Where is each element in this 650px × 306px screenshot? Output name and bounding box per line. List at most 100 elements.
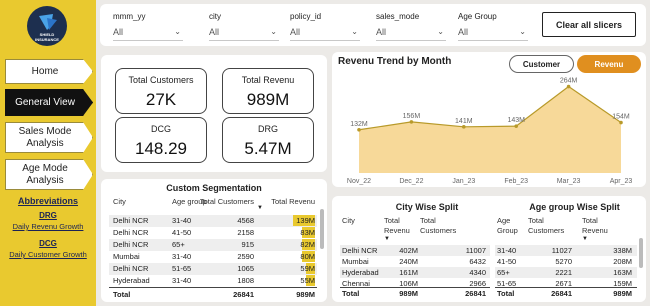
data-point[interactable]: [357, 127, 361, 132]
abbr-dcg-key: DCG: [39, 239, 57, 248]
nav-sales-mode-button[interactable]: Sales Mode Analysis: [5, 122, 93, 153]
col-header-total-revenu[interactable]: Total Revenu: [582, 216, 614, 236]
kpi-total-customers: Total Customers 27K: [115, 68, 207, 114]
data-point[interactable]: [462, 125, 466, 129]
nav-home-label: Home: [31, 65, 59, 77]
x-tick-label: Jan_23: [452, 178, 475, 185]
total-customers: 26841: [233, 290, 254, 299]
cell-total-customers: 11027: [551, 246, 572, 255]
slicer-value: All: [458, 27, 469, 37]
scrollbar[interactable]: [639, 238, 643, 268]
cell-city: Delhi NCR: [342, 246, 378, 255]
slicer-value: All: [113, 27, 124, 37]
cell-total-revenue: 240M: [399, 257, 418, 266]
data-label: 141M: [455, 118, 473, 125]
data-label: 156M: [403, 113, 421, 120]
kpi-value: 5.47M: [244, 139, 292, 158]
slicer-sales-mode[interactable]: sales_mode All ⌄: [376, 10, 446, 42]
x-tick-label: Apr_23: [610, 178, 633, 185]
revenue-area: [359, 86, 621, 173]
nav-age-mode-label-line1: Age Mode: [22, 162, 68, 174]
slicer-underline: [113, 40, 183, 41]
cell-total-customers: 1065: [237, 264, 254, 273]
cell-age-group: 65+: [497, 268, 510, 277]
cell-city: Delhi NCR: [113, 228, 149, 237]
slicer-age-group[interactable]: Age Group All ⌄: [458, 10, 528, 42]
cell-total-revenue: 83M: [300, 228, 315, 237]
nav-sales-mode-label-line2: Analysis: [26, 137, 64, 149]
sort-desc-icon[interactable]: ▼: [582, 236, 588, 242]
nav-sales-mode-label-line1: Sales Mode: [18, 125, 72, 137]
col-header-total-customers[interactable]: Total Customers: [420, 216, 470, 236]
cell-total-revenue: 163M: [613, 268, 632, 277]
slicer-underline: [458, 40, 528, 41]
cell-age-group: 65+: [172, 240, 185, 249]
cell-age-group: 31-40: [172, 252, 192, 261]
data-point[interactable]: [619, 120, 623, 125]
kpi-drg: DRG 5.47M: [222, 117, 314, 163]
cell-total-customers: 1808: [237, 276, 254, 285]
sort-desc-icon[interactable]: ▼: [257, 205, 263, 211]
kpi-total-revenu: Total Revenu 989M: [222, 68, 314, 114]
cell-age-group: 31-40: [172, 276, 192, 285]
cell-total-customers: 11007: [465, 246, 486, 255]
sort-desc-icon[interactable]: ▼: [384, 236, 390, 242]
col-header-city[interactable]: City: [113, 197, 126, 207]
data-point[interactable]: [566, 84, 571, 89]
nav-general-view-button[interactable]: General View: [5, 89, 93, 116]
chevron-down-icon: ⌄: [437, 27, 444, 36]
clear-all-slicers-button[interactable]: Clear all slicers: [542, 12, 636, 37]
chevron-down-icon: ⌄: [174, 27, 181, 36]
chevron-down-icon: ⌄: [351, 27, 358, 36]
nav-general-view-label: General View: [15, 96, 75, 108]
cell-total-customers: 2590: [237, 252, 254, 261]
total-label: Total: [113, 290, 131, 299]
cell-city: Delhi NCR: [113, 264, 149, 273]
cell-city: Delhi NCR: [113, 240, 149, 249]
slicer-city[interactable]: city All ⌄: [209, 10, 279, 42]
total-customers: 26841: [551, 289, 572, 298]
data-point[interactable]: [409, 120, 414, 124]
kpi-label: DCG: [151, 124, 171, 134]
total-customers: 26841: [465, 289, 486, 298]
col-header-age-group[interactable]: Age Group: [497, 216, 525, 236]
slicer-value: All: [290, 27, 301, 37]
total-divider: [109, 287, 317, 288]
data-point[interactable]: [514, 124, 518, 128]
slicer-mmm-yy[interactable]: mmm_yy All ⌄: [113, 10, 183, 42]
col-header-city[interactable]: City: [342, 216, 355, 226]
col-header-total-revenu[interactable]: Total Revenu: [257, 197, 315, 207]
scrollbar[interactable]: [320, 209, 324, 249]
total-divider: [495, 287, 637, 288]
cell-total-revenue: 161M: [399, 268, 418, 277]
kpi-label: DRG: [258, 124, 278, 134]
col-header-total-customers[interactable]: Total Customers: [528, 216, 572, 236]
cell-total-revenue: 139M: [296, 216, 315, 225]
cell-age-group: 31-40: [172, 216, 192, 225]
abbr-drg-key: DRG: [39, 211, 57, 220]
revenue-trend-panel: Revenu Trend by Month Customer Revenu 13…: [332, 52, 646, 187]
cell-total-customers: 5270: [555, 257, 572, 266]
nav-home-button[interactable]: Home: [5, 59, 93, 84]
x-tick-label: Nov_22: [347, 178, 371, 185]
data-label: 264M: [560, 78, 578, 85]
slicer-value: All: [209, 27, 220, 37]
custom-segmentation-panel: Custom Segmentation City Age group Total…: [101, 179, 327, 302]
col-header-total-revenu[interactable]: Total Revenu: [384, 216, 418, 236]
cell-total-customers: 2221: [555, 268, 572, 277]
total-revenue: 989M: [399, 289, 418, 298]
cell-city: Mumbai: [342, 257, 369, 266]
company-logo: SHIELD INSURANCE: [27, 6, 67, 46]
abbreviations-title: Abbreviations: [17, 196, 78, 206]
slicer-policy-id[interactable]: policy_id All ⌄: [290, 10, 360, 42]
cell-total-revenue: 59M: [300, 264, 315, 273]
slicer-value: All: [376, 27, 387, 37]
revenue-trend-chart: 132M Nov_22 156M Dec_22 141M Jan_23 143M Feb_23…: [347, 78, 633, 185]
col-header-total-customers[interactable]: Total Customers: [198, 197, 254, 207]
sidebar: SHIELD INSURANCE Home General View Sales…: [0, 0, 96, 306]
abbr-dcg-value: Daily Customer Growth: [9, 250, 87, 259]
slicer-label: policy_id: [290, 12, 322, 21]
chevron-down-icon: ⌄: [270, 27, 277, 36]
kpi-value: 989M: [246, 90, 290, 109]
nav-age-mode-button[interactable]: Age Mode Analysis: [5, 159, 93, 190]
